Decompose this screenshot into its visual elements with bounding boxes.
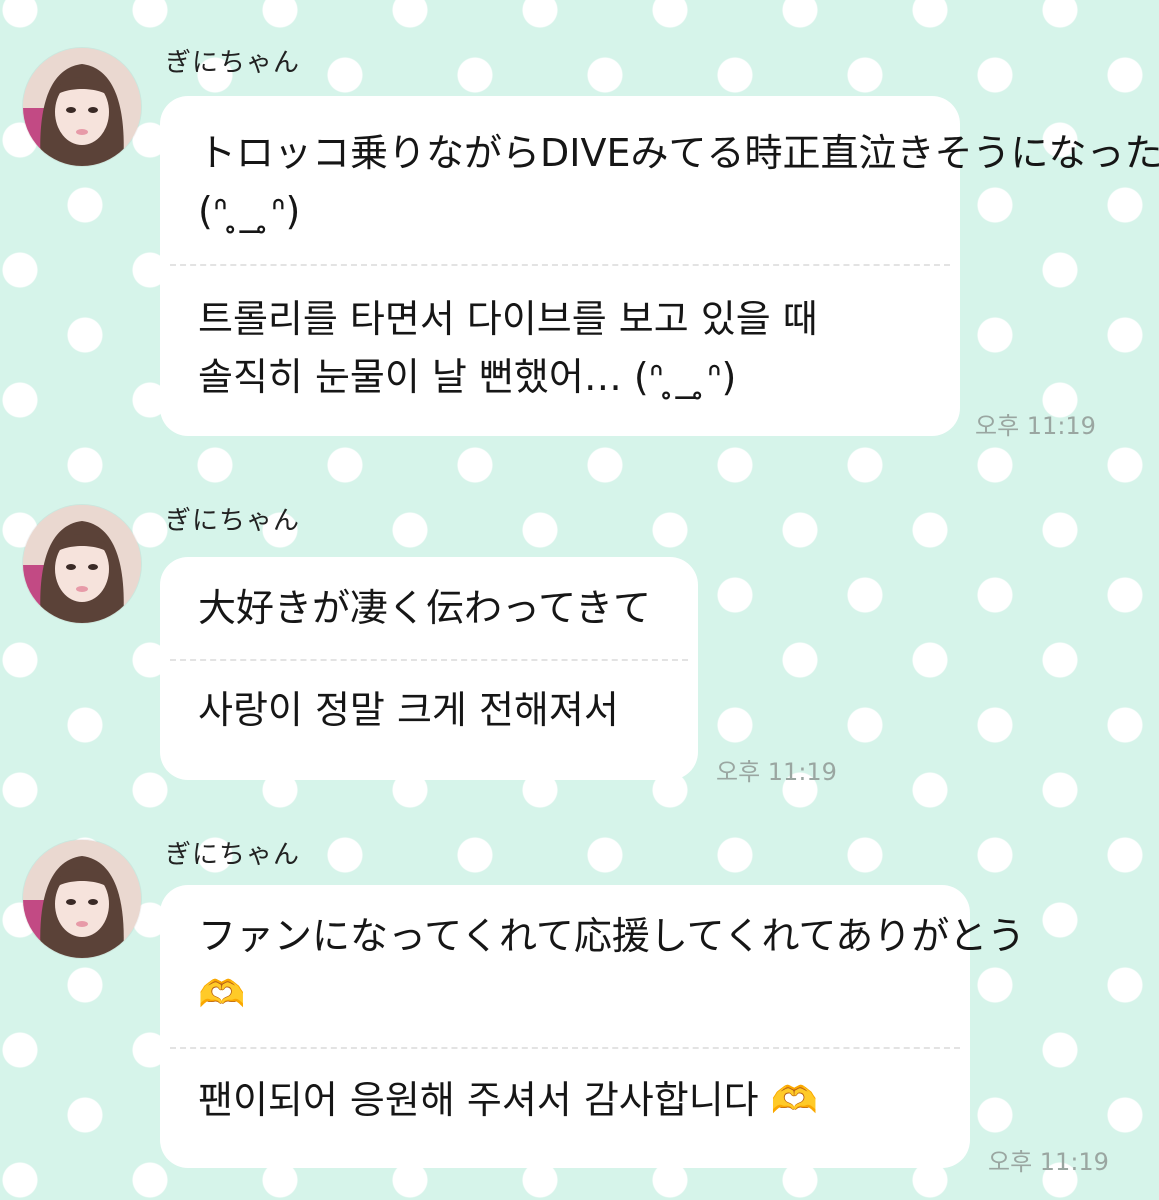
message-timestamp: 오후 11:19	[975, 412, 1096, 440]
message-original-text: 大好きが凄く伝わってきて	[198, 586, 651, 630]
message-original-text: ファンになってくれて応援してくれてありがとう🫶	[198, 914, 1026, 1016]
message-timestamp: 오후 11:19	[716, 758, 837, 786]
chat-window: ぎにちゃん トロッコ乗りながらDIVEみてる時正直泣きそうになった…(ᐢ ̥_ …	[0, 0, 1159, 1200]
sender-name: ぎにちゃん	[165, 506, 301, 536]
avatar-image	[23, 840, 141, 958]
avatar-image	[23, 48, 141, 166]
message-translated-text: 사랑이 정말 크게 전해져서	[198, 688, 619, 732]
avatar[interactable]	[23, 840, 141, 958]
avatar-image	[23, 505, 141, 623]
message-bubble[interactable]: トロッコ乗りながらDIVEみてる時正直泣きそうになった…(ᐢ ̥_ ̥ᐢ) 트롤…	[160, 96, 1159, 436]
message-original-text: トロッコ乗りながらDIVEみてる時正直泣きそうになった…(ᐢ ̥_ ̥ᐢ)	[198, 131, 1159, 233]
sender-name: ぎにちゃん	[165, 48, 301, 78]
message-bubble[interactable]: 大好きが凄く伝わってきて 사랑이 정말 크게 전해져서	[160, 557, 698, 780]
message-bubble[interactable]: ファンになってくれて応援してくれてありがとう🫶 팬이되어 응원해 주셔서 감사합…	[160, 885, 1026, 1168]
message-timestamp: 오후 11:19	[988, 1148, 1109, 1176]
avatar[interactable]	[23, 48, 141, 166]
message-translated-text: 트롤리를 타면서 다이브를 보고 있을 때 솔직히 눈물이 날 뻔했어… (ᐢ …	[198, 297, 830, 399]
sender-name: ぎにちゃん	[165, 840, 301, 870]
avatar[interactable]	[23, 505, 141, 623]
message-translated-text: 팬이되어 응원해 주셔서 감사합니다 🫶	[198, 1078, 819, 1122]
